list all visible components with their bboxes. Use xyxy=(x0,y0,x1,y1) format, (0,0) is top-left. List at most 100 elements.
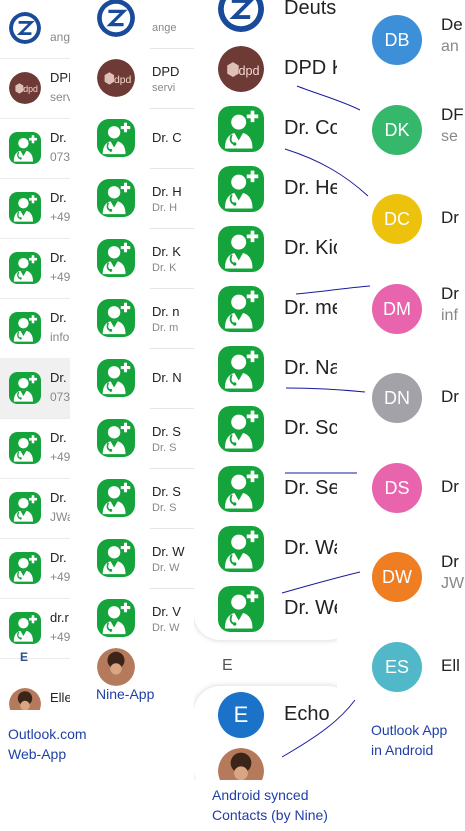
outlook-android-caption: Outlook App in Android xyxy=(371,722,448,758)
contact-initials-avatar: DS xyxy=(372,462,422,513)
contact-detail: Dr. m xyxy=(152,322,179,334)
outlook-web-contact-row[interactable]: Elle xyxy=(0,680,70,710)
doctor-icon xyxy=(218,166,264,212)
contact-detail: inf xyxy=(441,306,458,324)
doctor-icon xyxy=(9,312,41,344)
android-contact-row[interactable]: Dr. Sc xyxy=(194,398,337,458)
contact-name: Dr. xyxy=(50,430,67,445)
outlook-web-contact-row[interactable]: Dr. info xyxy=(0,298,70,359)
nine-contact-row[interactable]: Dr. V Dr. W xyxy=(70,588,194,648)
svg-text:dpd: dpd xyxy=(114,75,132,86)
doctor-icon xyxy=(97,119,135,157)
contact-detail: +49 xyxy=(50,270,70,284)
outlook-android-contact-row[interactable]: DN Dr xyxy=(337,357,465,437)
outlook-android-contact-row[interactable]: DC Dr xyxy=(337,178,465,258)
android-contact-row[interactable]: Dr. Co xyxy=(194,98,337,158)
contact-detail: +49 xyxy=(50,630,70,644)
contact-name: Dr. C xyxy=(152,130,182,145)
nine-contact-row[interactable]: Dr. S Dr. S xyxy=(70,408,194,468)
doctor-icon xyxy=(9,192,41,224)
doctor-icon xyxy=(9,252,41,284)
doctor-icon xyxy=(97,299,135,337)
section-header-e: E xyxy=(222,657,233,674)
contact-name: Dr. xyxy=(50,550,67,565)
outlook-android-contact-row[interactable]: DB De an xyxy=(337,0,465,79)
outlook-web-contact-row[interactable]: Dr. 073 xyxy=(0,118,70,179)
contact-detail: +49 xyxy=(50,210,70,224)
outlook-android-contact-row[interactable]: DS Dr xyxy=(337,447,465,527)
row-divider xyxy=(150,288,194,289)
outlook-web-contact-row[interactable]: Dr. +49 xyxy=(0,238,70,299)
nine-contact-row[interactable]: Dr. W Dr. W xyxy=(70,528,194,588)
contact-initials-avatar: DB xyxy=(372,15,422,65)
contact-name: dr.r xyxy=(50,610,69,625)
nine-contact-row[interactable]: Dr. N xyxy=(70,348,194,408)
android-contact-row[interactable]: Dr. Kic xyxy=(194,218,337,278)
outlook-android-panel: DB De an DK DF se DC Dr DM Dr inf DN Dr DS Dr DW Dr JW ES E… xyxy=(337,0,465,720)
row-divider xyxy=(150,528,194,529)
android-contact-row[interactable]: Dr. We xyxy=(194,578,337,638)
photo-icon xyxy=(9,688,41,710)
android-contact-row[interactable]: Deuts xyxy=(194,0,337,38)
contact-name: Dr. S xyxy=(152,484,181,499)
outlook-web-contact-row[interactable]: dpd DPI serv xyxy=(0,58,70,119)
android-contact-row[interactable]: Dr. me xyxy=(194,278,337,338)
android-contacts-caption: Android synced Contacts (by Nine) xyxy=(212,787,328,823)
contact-name: Dr xyxy=(441,208,459,227)
outlook-android-contact-row[interactable]: ES Ell xyxy=(337,626,465,706)
outlook-web-contact-row[interactable]: dr.r +49 xyxy=(0,598,70,659)
nine-contact-row[interactable]: Dr. n Dr. m xyxy=(70,288,194,348)
outlook-android-contact-row[interactable]: DW Dr JW xyxy=(337,536,465,616)
contact-name: DF xyxy=(441,104,464,124)
doctor-icon xyxy=(9,132,41,164)
contact-initials-avatar: DN xyxy=(372,373,422,423)
contact-name: Dr. H xyxy=(152,184,182,199)
outlook-web-contact-row[interactable]: Dr. +49 xyxy=(0,178,70,239)
outlook-android-contact-row[interactable]: DM Dr inf xyxy=(337,268,465,348)
doctor-icon xyxy=(9,372,41,404)
nine-contact-row[interactable]: Dr. S Dr. S xyxy=(70,468,194,528)
contact-detail: ange xyxy=(50,30,70,44)
doctor-icon xyxy=(9,612,41,644)
contact-initials-avatar: ES xyxy=(372,641,422,692)
doctor-icon xyxy=(218,526,264,572)
outlook-web-contact-row[interactable]: Dr. 073 xyxy=(0,358,70,419)
outlook-web-contact-row[interactable]: Dr. JWa xyxy=(0,478,70,539)
zurich-logo-icon xyxy=(9,12,41,44)
outlook-web-contact-row[interactable]: Dr. +49 xyxy=(0,538,70,599)
row-divider xyxy=(150,348,194,349)
contact-detail: +49 xyxy=(50,570,70,584)
android-contact-row[interactable]: Dr. Na xyxy=(194,338,337,398)
nine-contact-row[interactable]: dpd DPD servi xyxy=(70,48,194,108)
contact-name: Elle xyxy=(50,690,70,705)
doctor-icon xyxy=(97,419,135,457)
row-divider xyxy=(150,108,194,109)
android-contact-row[interactable]: dpd DPD K xyxy=(194,38,337,98)
section-header-e: E xyxy=(20,650,29,664)
nine-contact-row[interactable]: Dr. C xyxy=(70,108,194,168)
doctor-icon xyxy=(218,466,264,512)
outlook-web-contact-row[interactable]: ange xyxy=(0,0,70,59)
outlook-web-contact-row[interactable]: Dr. +49 xyxy=(0,418,70,479)
doctor-icon xyxy=(218,586,264,632)
nine-contact-row[interactable]: Dr. K Dr. K xyxy=(70,228,194,288)
android-contact-row[interactable]: Dr. Wa xyxy=(194,518,337,578)
android-contact-row[interactable]: Dr. Se xyxy=(194,458,337,518)
contact-name: DPD xyxy=(152,64,180,79)
contact-name: Dr. xyxy=(50,310,67,325)
contact-name: Dr xyxy=(441,387,459,406)
doctor-icon xyxy=(9,432,41,464)
photo-icon xyxy=(97,648,135,686)
contact-name: DPD K xyxy=(284,57,337,79)
doctor-icon xyxy=(97,239,135,277)
contact-name: Dr. K xyxy=(152,244,181,259)
contact-name: Ell xyxy=(441,655,460,675)
nine-contact-row[interactable]: Dr. H Dr. H xyxy=(70,168,194,228)
contact-name: Dr. xyxy=(50,490,67,505)
android-contact-row[interactable]: Dr. He xyxy=(194,158,337,218)
outlook-android-contact-row[interactable]: DK DF se xyxy=(337,89,465,169)
doctor-icon xyxy=(218,286,264,332)
doctor-icon xyxy=(9,492,41,524)
echo-contact-card[interactable]: E Echo xyxy=(194,686,337,780)
nine-contact-row[interactable]: ange xyxy=(70,0,194,48)
